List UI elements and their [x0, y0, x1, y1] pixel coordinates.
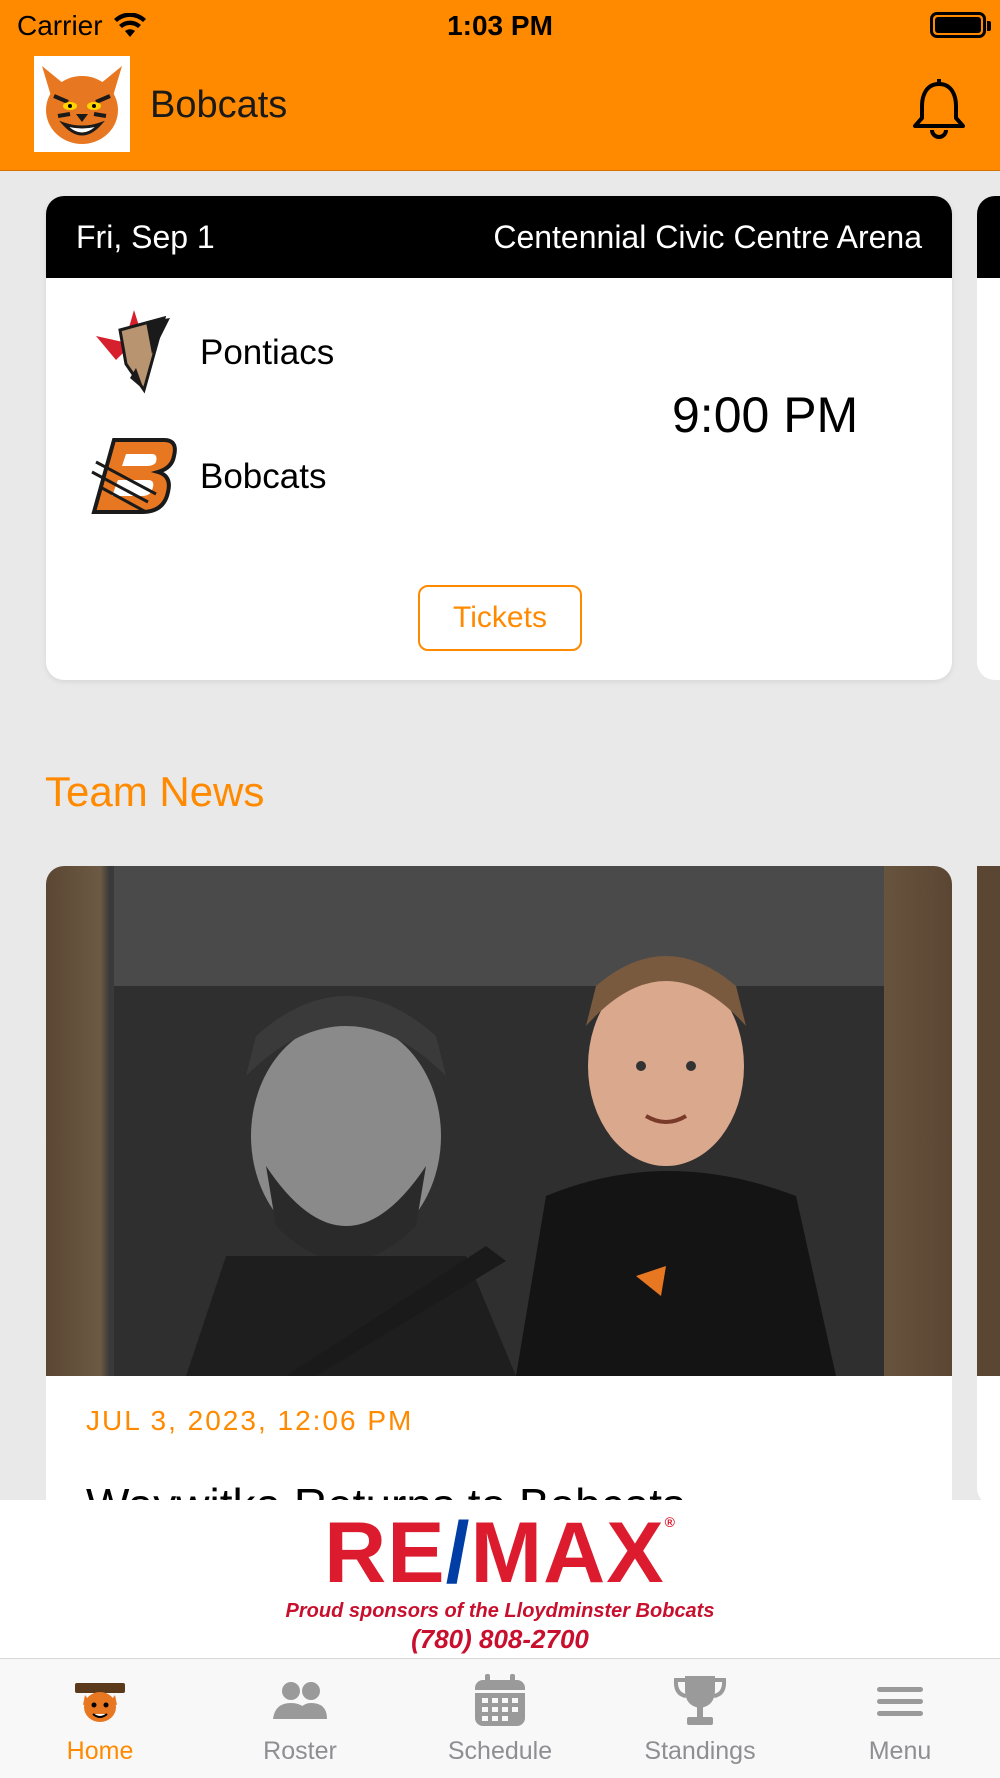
bobcats-b-logo-icon	[91, 438, 177, 514]
tab-menu[interactable]: Menu	[800, 1659, 1000, 1778]
bobcats-logo[interactable]	[34, 56, 130, 152]
notifications-button[interactable]	[910, 78, 968, 140]
tab-standings-label: Standings	[644, 1737, 756, 1765]
trophy-icon	[670, 1675, 730, 1727]
remax-logo-slash: /	[445, 1505, 471, 1601]
tab-roster[interactable]: Roster	[200, 1659, 400, 1778]
home-team-row: Pontiacs	[86, 308, 334, 398]
next-news-card-peek[interactable]	[977, 866, 1000, 1506]
calendar-icon	[470, 1674, 530, 1727]
app-title: Bobcats	[150, 84, 288, 126]
home-team-name: Pontiacs	[200, 333, 335, 372]
news-card[interactable]: JUL 3, 2023, 12:06 PM Waywitka Returns t…	[46, 866, 952, 1506]
sponsor-tagline: Proud sponsors of the Lloydminster Bobca…	[285, 1600, 715, 1622]
remax-logo: RE/MAX®	[0, 1504, 1000, 1603]
hamburger-icon	[870, 1675, 930, 1727]
game-time: 9:00 PM	[672, 387, 859, 443]
tab-roster-label: Roster	[263, 1737, 337, 1765]
tab-menu-label: Menu	[868, 1737, 932, 1765]
game-card-header: Fri, Sep 1 Centennial Civic Centre Arena	[46, 196, 952, 278]
tab-standings[interactable]: Standings	[600, 1659, 800, 1778]
remax-logo-left: RE	[324, 1505, 446, 1601]
away-team-name: Bobcats	[200, 457, 327, 496]
next-game-card-peek[interactable]	[977, 196, 1000, 680]
news-date: JUL 3, 2023, 12:06 PM	[86, 1405, 414, 1436]
tab-home-label: Home	[66, 1737, 134, 1765]
sponsor-banner[interactable]: RE/MAX® Proud sponsors of the Lloydminst…	[0, 1500, 1000, 1658]
remax-logo-right: MAX	[470, 1505, 665, 1601]
tickets-button[interactable]: Tickets	[418, 585, 582, 651]
news-photo	[46, 866, 952, 1376]
status-bar: Carrier 1:03 PM	[0, 0, 1000, 52]
game-card[interactable]: Fri, Sep 1 Centennial Civic Centre Arena…	[46, 196, 952, 680]
team-news-title: Team News	[45, 768, 265, 815]
status-time: 1:03 PM	[447, 10, 553, 41]
game-venue: Centennial Civic Centre Arena	[493, 218, 922, 255]
pontiacs-logo-icon	[96, 310, 170, 394]
registered-mark: ®	[664, 1514, 676, 1530]
bell-icon	[913, 79, 965, 139]
people-icon	[270, 1675, 330, 1727]
game-date: Fri, Sep 1	[76, 218, 215, 255]
away-team-row: Bobcats	[86, 432, 326, 522]
tab-bar: Home Roster Schedule Standings Menu	[0, 1658, 1000, 1778]
tab-schedule[interactable]: Schedule	[400, 1659, 600, 1778]
bobcats-logo-icon	[70, 1675, 130, 1727]
battery-icon	[930, 12, 991, 38]
tab-home[interactable]: Home	[0, 1659, 200, 1778]
app-header: Carrier 1:03 PM Bobcats	[0, 0, 1000, 171]
sponsor-phone: (780) 808-2700	[411, 1624, 589, 1654]
tab-schedule-label: Schedule	[447, 1737, 553, 1765]
